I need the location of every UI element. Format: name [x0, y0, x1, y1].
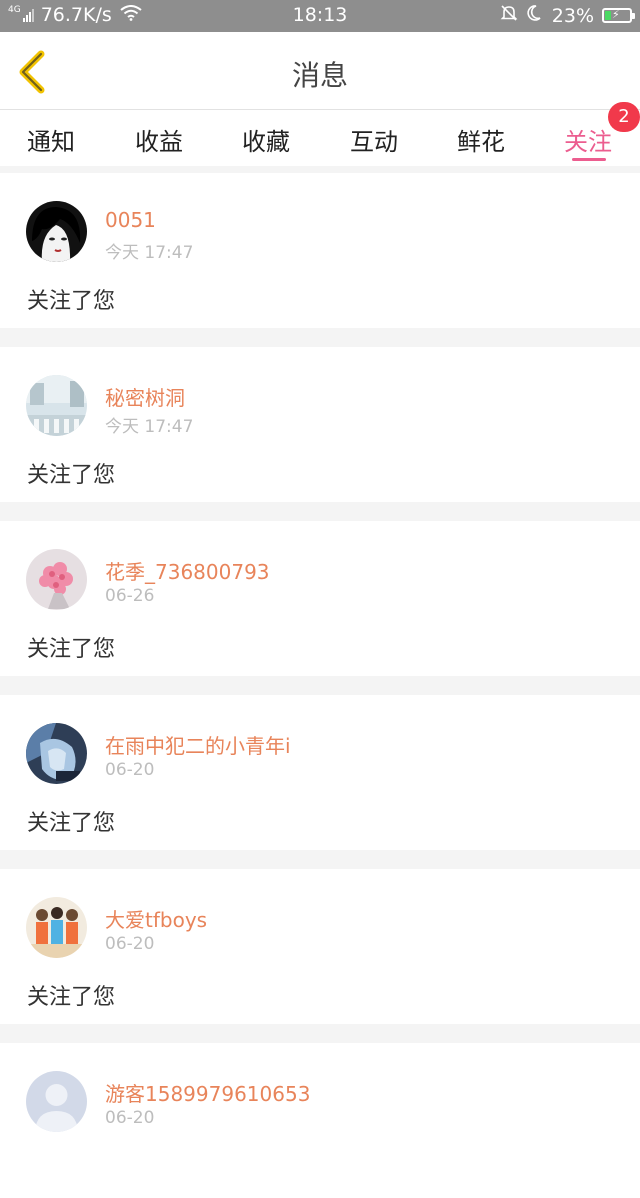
- list-item[interactable]: 游客1589979610653 06-20: [0, 1043, 640, 1198]
- avatar[interactable]: [26, 549, 87, 610]
- timestamp: 06-20: [105, 760, 155, 780]
- timestamp: 06-20: [105, 1108, 155, 1128]
- user-name[interactable]: 在雨中犯二的小青年i: [105, 730, 291, 759]
- user-name[interactable]: 大爱tfboys: [105, 904, 207, 933]
- unread-badge: 2: [608, 102, 640, 132]
- user-name[interactable]: 花季_736800793: [105, 556, 270, 585]
- moon-icon: [526, 4, 542, 27]
- avatar[interactable]: [26, 1071, 87, 1132]
- tab-notice[interactable]: 通知: [11, 122, 91, 157]
- tab-active-indicator: [572, 158, 606, 161]
- list-item[interactable]: 大爱tfboys 06-20 关注了您: [0, 869, 640, 1024]
- message-text: 关注了您: [27, 289, 116, 314]
- battery-percent: 23%: [551, 4, 594, 27]
- user-name[interactable]: 游客1589979610653: [105, 1078, 310, 1107]
- status-right: 23% ⚡: [500, 4, 635, 27]
- message-text: 关注了您: [27, 985, 116, 1010]
- timestamp: 今天 17:47: [105, 243, 194, 263]
- avatar[interactable]: [26, 201, 87, 262]
- header-bar: 消息: [0, 32, 640, 110]
- message-text: 关注了您: [27, 463, 116, 488]
- default-avatar-icon: [26, 1071, 87, 1132]
- message-text: 关注了您: [27, 637, 116, 662]
- avatar[interactable]: [26, 723, 87, 784]
- timestamp: 06-26: [105, 586, 155, 606]
- tab-interactions[interactable]: 互动: [334, 122, 414, 157]
- list-item[interactable]: 花季_736800793 06-26 关注了您: [0, 521, 640, 676]
- tab-bar: 通知 收益 收藏 互动 鲜花 关注 2: [0, 102, 640, 166]
- user-name[interactable]: 秘密树洞: [105, 382, 185, 411]
- battery-charging-icon: ⚡: [602, 8, 635, 23]
- tab-favorites[interactable]: 收藏: [226, 122, 306, 157]
- tab-earnings[interactable]: 收益: [119, 122, 199, 157]
- list-item[interactable]: 在雨中犯二的小青年i 06-20 关注了您: [0, 695, 640, 850]
- list-item[interactable]: 0051 今天 17:47 关注了您: [0, 173, 640, 328]
- avatar[interactable]: [26, 375, 87, 436]
- timestamp: 06-20: [105, 934, 155, 954]
- user-name[interactable]: 0051: [105, 208, 156, 232]
- page-title: 消息: [291, 59, 348, 92]
- message-text: 关注了您: [27, 811, 116, 836]
- avatar[interactable]: [26, 897, 87, 958]
- list-item[interactable]: 秘密树洞 今天 17:47 关注了您: [0, 347, 640, 502]
- status-bar: 4G 76.7K/s 18:13 23% ⚡: [0, 0, 640, 32]
- timestamp: 今天 17:47: [105, 417, 194, 437]
- tab-flowers[interactable]: 鲜花: [441, 122, 521, 157]
- mute-bell-icon: [500, 4, 518, 27]
